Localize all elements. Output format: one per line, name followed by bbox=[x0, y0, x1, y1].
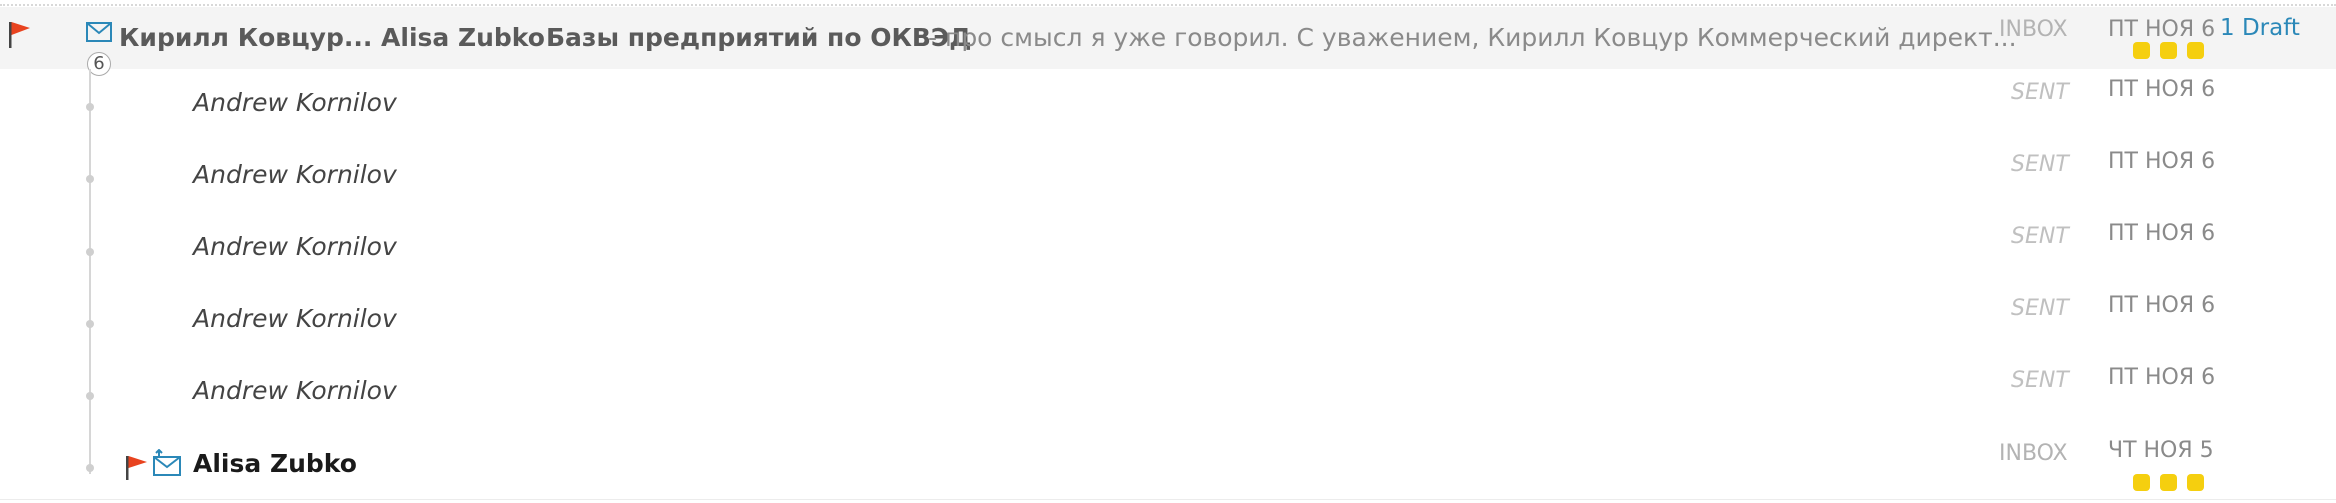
bottom-divider bbox=[0, 499, 2336, 500]
label-dot bbox=[2133, 474, 2150, 491]
flag-icon[interactable] bbox=[125, 454, 149, 482]
thread-tree-line bbox=[89, 69, 91, 474]
thread-node bbox=[86, 248, 94, 256]
thread-node bbox=[86, 320, 94, 328]
message-sender[interactable]: Andrew Kornilov bbox=[193, 160, 397, 189]
message-folder: SENT bbox=[2011, 152, 2069, 177]
label-dot bbox=[2133, 42, 2150, 59]
message-date: ПТ НОЯ 6 bbox=[2108, 221, 2216, 246]
label-dots[interactable] bbox=[2133, 42, 2204, 59]
message-folder: SENT bbox=[2011, 368, 2069, 393]
envelope-icon[interactable] bbox=[86, 22, 112, 42]
message-folder: SENT bbox=[2011, 296, 2069, 321]
label-dot bbox=[2187, 474, 2204, 491]
flag-icon[interactable] bbox=[8, 20, 32, 50]
thread-folder: INBOX bbox=[1999, 17, 2068, 42]
message-folder: SENT bbox=[2011, 224, 2069, 249]
thread-senders[interactable]: Кирилл Ковцур... Alisa Zubko bbox=[119, 23, 545, 52]
label-dot bbox=[2187, 42, 2204, 59]
message-date: ПТ НОЯ 6 bbox=[2108, 365, 2216, 390]
label-dots[interactable] bbox=[2133, 474, 2204, 491]
top-divider bbox=[0, 4, 2336, 6]
thread-node bbox=[86, 392, 94, 400]
thread-node bbox=[86, 103, 94, 111]
label-dot bbox=[2160, 42, 2177, 59]
message-folder: INBOX bbox=[1999, 441, 2068, 466]
message-sender[interactable]: Andrew Kornilov bbox=[193, 376, 397, 405]
message-date: ЧТ НОЯ 5 bbox=[2108, 438, 2214, 463]
thread-snippet[interactable]: - про смысл я уже говорил. С уважением, … bbox=[928, 23, 2017, 52]
message-date: ПТ НОЯ 6 bbox=[2108, 149, 2216, 174]
thread-date: ПТ НОЯ 6 bbox=[2108, 17, 2216, 42]
message-folder: SENT bbox=[2011, 80, 2069, 105]
thread-subject[interactable]: Базы предприятий по ОКВЭД bbox=[546, 23, 972, 52]
message-sender[interactable]: Andrew Kornilov bbox=[193, 304, 397, 333]
message-sender[interactable]: Alisa Zubko bbox=[193, 449, 357, 478]
label-dot bbox=[2160, 474, 2177, 491]
message-date: ПТ НОЯ 6 bbox=[2108, 77, 2216, 102]
message-sender[interactable]: Andrew Kornilov bbox=[193, 232, 397, 261]
thread-node bbox=[86, 464, 94, 472]
draft-link[interactable]: 1 Draft bbox=[2220, 15, 2300, 41]
thread-header-row[interactable]: Кирилл Ковцур... Alisa Zubko Базы предпр… bbox=[0, 7, 2336, 76]
thread-node bbox=[86, 175, 94, 183]
envelope-reply-icon[interactable] bbox=[153, 449, 181, 476]
message-sender[interactable]: Andrew Kornilov bbox=[193, 88, 397, 117]
message-date: ПТ НОЯ 6 bbox=[2108, 293, 2216, 318]
